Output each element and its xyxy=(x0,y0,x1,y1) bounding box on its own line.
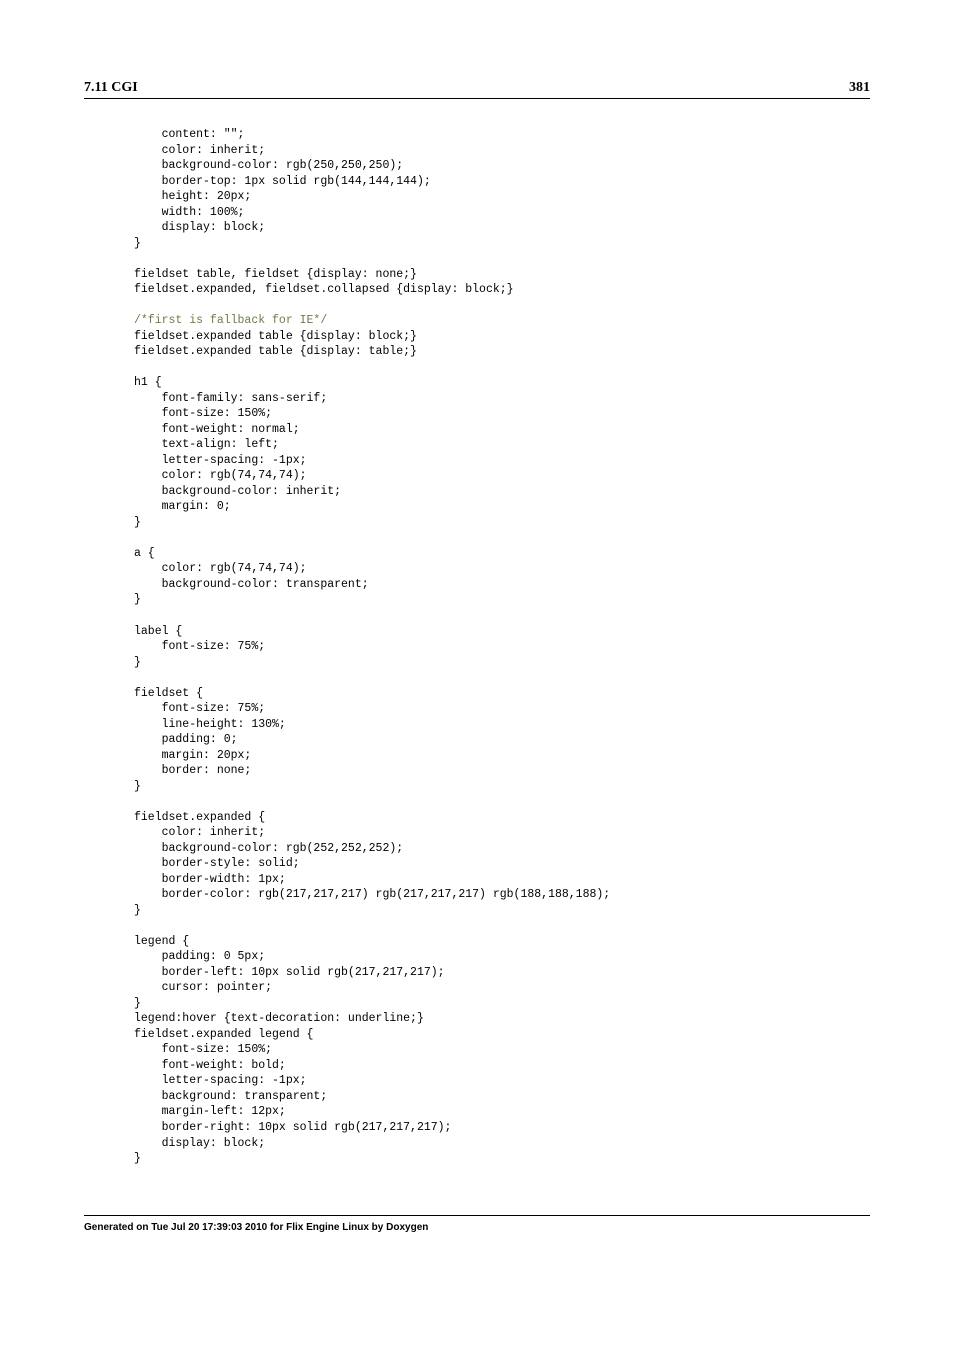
code-line: height: 20px; xyxy=(134,190,251,203)
code-line: font-weight: normal; xyxy=(134,423,300,436)
code-line: } xyxy=(134,780,141,793)
code-line: label { xyxy=(134,625,182,638)
page-number: 381 xyxy=(849,80,870,96)
code-line: legend { xyxy=(134,935,189,948)
code-line: color: rgb(74,74,74); xyxy=(134,469,307,482)
code-line: } xyxy=(134,997,141,1010)
code-line: font-size: 150%; xyxy=(134,1043,272,1056)
header-rule xyxy=(84,98,870,99)
code-line: padding: 0; xyxy=(134,733,238,746)
code-line: fieldset.expanded table {display: table;… xyxy=(134,345,417,358)
code-line: font-size: 150%; xyxy=(134,407,272,420)
code-line: fieldset.expanded, fieldset.collapsed {d… xyxy=(134,283,514,296)
code-line: cursor: pointer; xyxy=(134,981,272,994)
code-line: display: block; xyxy=(134,221,265,234)
code-line: margin: 20px; xyxy=(134,749,251,762)
code-line: /*first is fallback for IE*/ xyxy=(134,314,327,327)
code-line: font-family: sans-serif; xyxy=(134,392,327,405)
code-line: margin-left: 12px; xyxy=(134,1105,286,1118)
code-line: background: transparent; xyxy=(134,1090,327,1103)
code-line: fieldset.expanded table {display: block;… xyxy=(134,330,417,343)
page-footer: Generated on Tue Jul 20 17:39:03 2010 fo… xyxy=(84,1215,870,1233)
code-line: fieldset.expanded { xyxy=(134,811,265,824)
code-line: line-height: 130%; xyxy=(134,718,286,731)
css-code-block: content: ""; color: inherit; background-… xyxy=(134,127,870,1167)
section-label: 7.11 CGI xyxy=(84,80,138,96)
code-line: font-size: 75%; xyxy=(134,640,265,653)
code-line: } xyxy=(134,904,141,917)
code-line: letter-spacing: -1px; xyxy=(134,1074,307,1087)
code-line: background-color: rgb(252,252,252); xyxy=(134,842,403,855)
footer-generated: Generated on Tue Jul 20 17:39:03 2010 fo… xyxy=(84,1222,870,1233)
code-line: border-width: 1px; xyxy=(134,873,286,886)
code-line: border-top: 1px solid rgb(144,144,144); xyxy=(134,175,431,188)
code-line: background-color: rgb(250,250,250); xyxy=(134,159,403,172)
code-line: fieldset.expanded legend { xyxy=(134,1028,313,1041)
code-line: border-color: rgb(217,217,217) rgb(217,2… xyxy=(134,888,610,901)
code-line: fieldset table, fieldset {display: none;… xyxy=(134,268,417,281)
code-line: padding: 0 5px; xyxy=(134,950,265,963)
footer-rule xyxy=(84,1215,870,1216)
code-line: text-align: left; xyxy=(134,438,279,451)
code-line: border-left: 10px solid rgb(217,217,217)… xyxy=(134,966,445,979)
code-line: display: block; xyxy=(134,1137,265,1150)
code-line: margin: 0; xyxy=(134,500,231,513)
code-line: border-style: solid; xyxy=(134,857,300,870)
code-line: fieldset { xyxy=(134,687,203,700)
code-line: font-weight: bold; xyxy=(134,1059,286,1072)
code-line: legend:hover {text-decoration: underline… xyxy=(134,1012,424,1025)
code-line: } xyxy=(134,656,141,669)
code-line: border: none; xyxy=(134,764,251,777)
code-line: } xyxy=(134,237,141,250)
code-line: letter-spacing: -1px; xyxy=(134,454,307,467)
code-line: color: rgb(74,74,74); xyxy=(134,562,307,575)
page-header: 7.11 CGI 381 xyxy=(84,80,870,96)
code-line: color: inherit; xyxy=(134,826,265,839)
code-line: border-right: 10px solid rgb(217,217,217… xyxy=(134,1121,451,1134)
code-line: } xyxy=(134,516,141,529)
code-line: a { xyxy=(134,547,155,560)
code-line: } xyxy=(134,593,141,606)
code-line: background-color: transparent; xyxy=(134,578,369,591)
code-line: color: inherit; xyxy=(134,144,265,157)
code-line: } xyxy=(134,1152,141,1165)
code-line: background-color: inherit; xyxy=(134,485,341,498)
code-line: width: 100%; xyxy=(134,206,244,219)
code-line: content: ""; xyxy=(134,128,244,141)
code-line: h1 { xyxy=(134,376,162,389)
code-line: font-size: 75%; xyxy=(134,702,265,715)
